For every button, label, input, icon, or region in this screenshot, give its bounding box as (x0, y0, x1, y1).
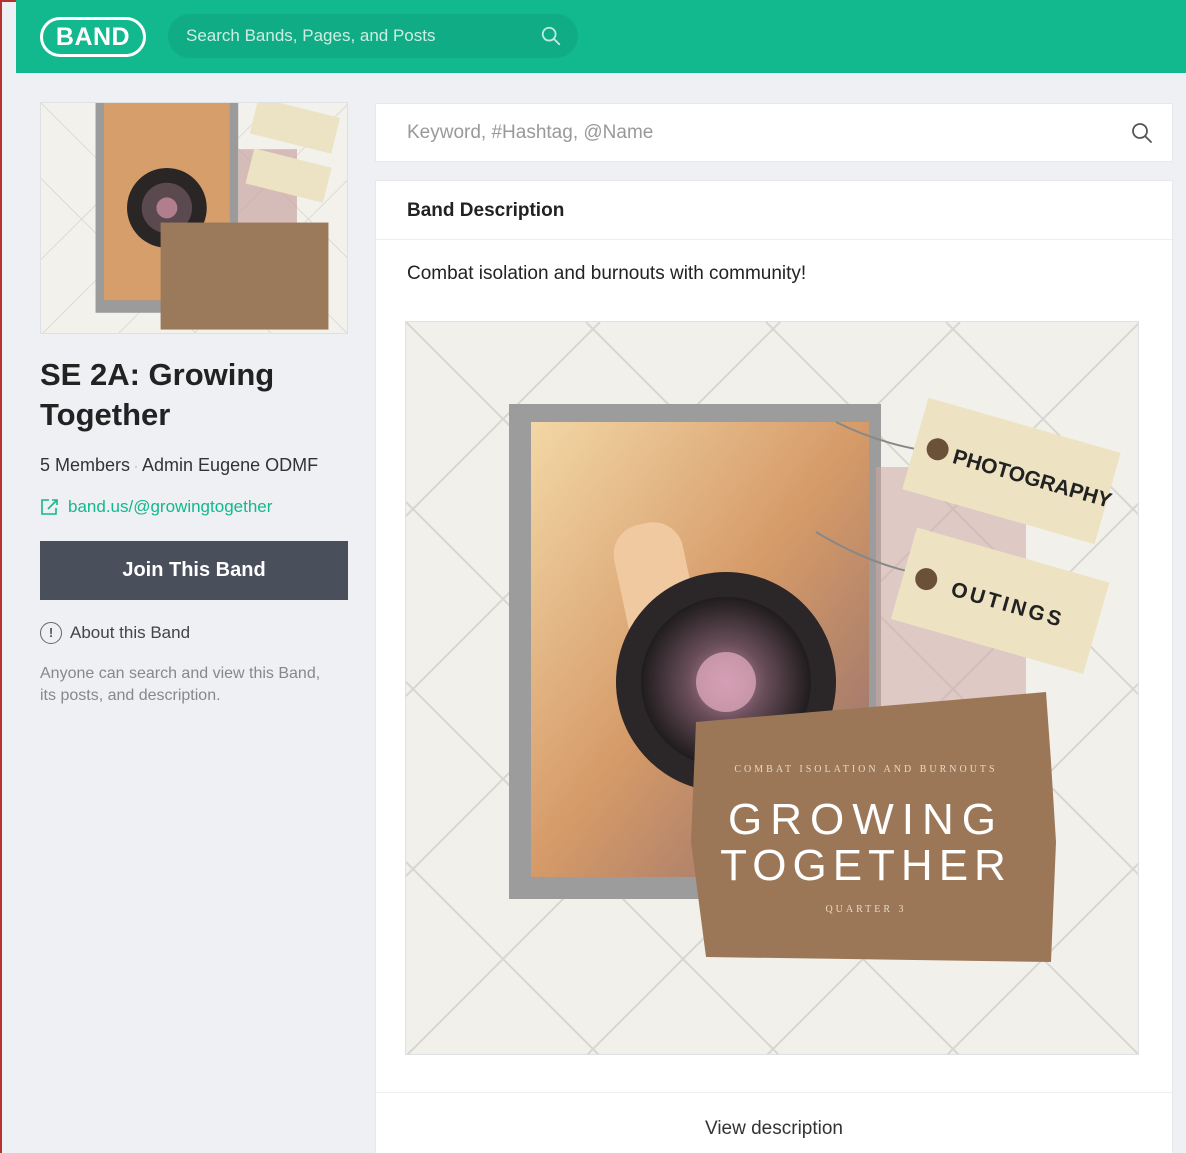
card-footer: View description (376, 1092, 1172, 1153)
band-description-card: Band Description Combat isolation and bu… (375, 180, 1173, 1153)
about-label: About this Band (70, 623, 191, 642)
card-header: Band Description (376, 181, 1172, 240)
band-url-text[interactable]: band.us/@growingtogether (68, 497, 272, 517)
about-description: Anyone can search and view this Band, it… (40, 665, 321, 704)
cover-title-line2: TOGETHER (720, 841, 1012, 890)
global-search-input[interactable] (186, 14, 526, 58)
cover-kicker: COMBAT ISOLATION AND BURNOUTS (734, 764, 997, 775)
member-count[interactable]: 5 Members (40, 455, 130, 475)
view-description-link[interactable]: View description (376, 1118, 1172, 1140)
band-cover-image[interactable] (40, 102, 348, 334)
description-text: Combat isolation and burnouts with commu… (407, 263, 807, 284)
separator-dot: · (134, 459, 139, 474)
info-icon: ! (40, 622, 62, 644)
band-search[interactable] (375, 103, 1173, 162)
cover-artwork-large: PHOTOGRAPHY OUTINGS COMBAT ISOLATION AND… (406, 322, 1138, 1054)
global-search[interactable] (168, 14, 578, 58)
admin-name: Admin Eugene ODMF (142, 455, 319, 475)
cover-title-line1: GROWING (728, 795, 1004, 844)
cover-artwork (41, 103, 347, 333)
band-meta: 5 Members · Admin Eugene ODMF (40, 455, 318, 476)
band-search-input[interactable] (407, 104, 1107, 161)
band-url-link[interactable]: band.us/@growingtogether (40, 497, 272, 517)
band-name: SE 2A: Growing Together (40, 357, 275, 432)
search-icon[interactable] (540, 25, 562, 47)
share-link-icon (41, 499, 58, 515)
top-header: BAND (16, 0, 1186, 73)
search-icon[interactable] (1130, 121, 1154, 145)
cover-subline: QUARTER 3 (825, 904, 906, 915)
join-band-button[interactable]: Join This Band (40, 541, 348, 600)
description-image[interactable]: PHOTOGRAPHY OUTINGS COMBAT ISOLATION AND… (405, 321, 1139, 1055)
about-band: ! About this Band (40, 622, 190, 644)
section-title: Band Description (407, 200, 565, 221)
band-logo[interactable]: BAND (40, 17, 146, 57)
